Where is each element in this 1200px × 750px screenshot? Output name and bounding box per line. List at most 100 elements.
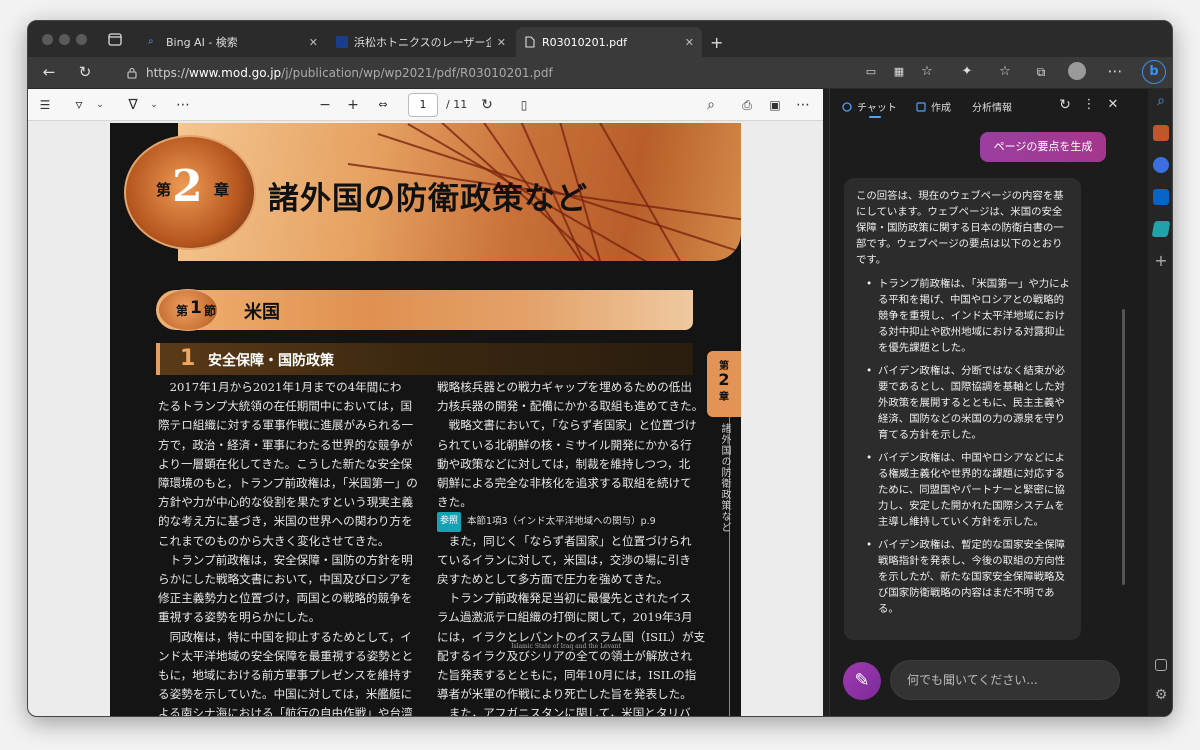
- text-line: よる南シナ海における「航行の自由作戦」や台湾: [158, 706, 413, 717]
- text-line: これまでのものから大きく変化させてきた。: [158, 533, 390, 548]
- reference-text: 本節1項3（インド太平洋地域への関与）p.9: [467, 516, 656, 528]
- back-arrow-icon[interactable]: ←: [38, 62, 60, 84]
- answer-list: トランプ前政権は、「米国第一」や力による平和を掲げ、中国やロシアとの戦略的競争を…: [856, 276, 1072, 617]
- text-line: られている北朝鮮の核・ミサイル開発にかかる行: [437, 437, 692, 452]
- section-title: 米国: [244, 302, 280, 323]
- text-line: きた。: [437, 495, 472, 510]
- gear-icon[interactable]: ⚙: [1153, 687, 1169, 703]
- close-tab-icon[interactable]: ✕: [497, 36, 506, 49]
- tab-compose[interactable]: 作成: [916, 99, 951, 114]
- section-banner: [156, 290, 693, 330]
- add-favorite-icon[interactable]: ☆: [916, 62, 938, 84]
- new-tab-button[interactable]: +: [706, 27, 728, 57]
- reader-view-icon[interactable]: ▭: [860, 62, 882, 84]
- text-line: 的な考え方に基づき，米国の世界への関わり方を: [158, 514, 413, 529]
- tab-label: チャット: [857, 103, 897, 114]
- text-line: 際テロ組織に対する軍事作戦に進展がみられる一: [158, 418, 414, 433]
- tab-insights[interactable]: 分析情報: [972, 99, 1012, 114]
- chevron-down-icon[interactable]: ⌄: [94, 94, 106, 116]
- address-bar[interactable]: https://www.mod.go.jp/j/publication/wp/w…: [116, 61, 916, 85]
- more-menu-icon[interactable]: ⋯: [1104, 61, 1126, 83]
- tab-actions-icon[interactable]: [108, 33, 122, 46]
- text-line: 導者が米軍の作戦により死亡した旨を発表した。: [437, 687, 692, 702]
- profile-avatar[interactable]: [1068, 62, 1086, 80]
- text-line: 配するイラク及びシリアの全ての領土が解放され: [437, 648, 693, 663]
- add-icon[interactable]: +: [1153, 253, 1169, 269]
- cross-reference[interactable]: 参照 本節1項3（インド太平洋地域への関与）p.9: [437, 512, 695, 532]
- pdf-toolbar: ☰ ▿ ⌄ ∇ ⌄ ⋯ − + ⇔ 1 / 11 ↻ ▯ ⌕ ⎙ ▣ ⋯: [28, 89, 823, 121]
- url-domain: www.mod.go.jp: [189, 66, 282, 80]
- print-icon[interactable]: ⎙: [738, 94, 756, 116]
- text-line: る姿勢を示していた。中国に対しては，米艦艇に: [158, 687, 413, 702]
- more-vertical-icon[interactable]: ⋮: [1078, 95, 1100, 117]
- page-view-icon[interactable]: ▯: [514, 94, 534, 116]
- active-tab-indicator: [869, 116, 881, 118]
- tab-hamamatsu[interactable]: 浜松ホトニクスのレーザー企業買収 ✕: [328, 27, 514, 57]
- section-number: 1: [190, 298, 202, 318]
- chapter-banner: 第 2 章 諸外国の防衛政策など: [110, 123, 741, 261]
- search-icon[interactable]: ⌕: [702, 94, 720, 116]
- tab-bing[interactable]: ⌕ Bing AI - 検索 ✕: [140, 27, 326, 57]
- app-grid-icon[interactable]: ▦: [888, 62, 910, 84]
- shopping-icon[interactable]: [1153, 125, 1169, 141]
- copilot-bing-icon[interactable]: b: [1142, 60, 1166, 84]
- page-count: / 11: [446, 98, 468, 111]
- chapter-title: 諸外国の防衛政策など: [268, 181, 588, 217]
- fit-page-icon[interactable]: ⇔: [372, 94, 394, 116]
- rotate-icon[interactable]: ↻: [478, 94, 496, 116]
- site-favicon-icon: [336, 36, 348, 48]
- tab-label: 分析情報: [972, 103, 1012, 114]
- refresh-icon[interactable]: ↻: [1054, 95, 1076, 117]
- list-item: バイデン政権は、分断ではなく結束が必要であるとし、国際協調を基軸とした対外政策を…: [856, 363, 1072, 443]
- sidebar-toggle-icon[interactable]: [1155, 659, 1167, 671]
- list-item: トランプ前政権は、「米国第一」や力による平和を掲げ、中国やロシアとの戦略的競争を…: [856, 276, 1072, 356]
- chat-input[interactable]: 何でも聞いてください...: [890, 660, 1120, 700]
- tab-pdf[interactable]: R03010201.pdf ✕: [516, 27, 702, 57]
- highlight-icon[interactable]: ▿: [70, 94, 88, 116]
- more-options-icon[interactable]: ⋯: [794, 94, 812, 116]
- maximize-window-button[interactable]: [76, 34, 87, 45]
- side-tab-suffix: 章: [719, 392, 729, 403]
- more-tools-icon[interactable]: ⋯: [174, 94, 192, 116]
- tab-title: Bing AI - 検索: [166, 36, 238, 49]
- draw-icon[interactable]: ∇: [124, 94, 142, 116]
- side-tab-number: 2: [718, 370, 730, 389]
- text-line: 方針や力が中心的な役割を果たすという現実主義: [158, 495, 414, 510]
- document-icon: [525, 36, 535, 48]
- text-line: ラム過激派テロ組織の打倒に関して，2019年3月: [437, 610, 693, 625]
- close-icon[interactable]: ✕: [1102, 95, 1124, 117]
- pdf-viewer: ☰ ▿ ⌄ ∇ ⌄ ⋯ − + ⇔ 1 / 11 ↻ ▯ ⌕ ⎙ ▣ ⋯ 第 2…: [28, 89, 823, 717]
- page-number-input[interactable]: 1: [408, 93, 438, 117]
- zoom-in-icon[interactable]: +: [344, 94, 362, 116]
- tab-chat[interactable]: チャット: [842, 99, 897, 114]
- minimize-window-button[interactable]: [59, 34, 70, 45]
- scrollbar[interactable]: [1122, 309, 1125, 585]
- text-line: より一層顕在化してきた。こうした新たな安全保: [158, 456, 413, 471]
- zoom-out-icon[interactable]: −: [316, 94, 334, 116]
- table-of-contents-icon[interactable]: ☰: [36, 94, 54, 116]
- collections-icon[interactable]: ⧉: [1030, 62, 1052, 84]
- copilot-icon[interactable]: [1153, 157, 1169, 173]
- text-line: 重視する姿勢を明らかにした。: [158, 610, 321, 625]
- favorites-icon[interactable]: ☆: [994, 62, 1016, 84]
- refresh-icon[interactable]: ↻: [74, 62, 96, 84]
- text-line: たるトランプ大統領の在任期間中においては，国: [158, 399, 413, 414]
- close-tab-icon[interactable]: ✕: [685, 36, 694, 49]
- outlook-icon[interactable]: [1153, 189, 1169, 205]
- body-column-right: 戦略核兵器との戦力ギャップを埋めるための低出 力核兵器の開発・配備にかかる取組も…: [437, 378, 705, 716]
- close-tab-icon[interactable]: ✕: [309, 36, 318, 49]
- text-line: 動や政策などに対しては，制裁を維持しつつ，北: [437, 456, 691, 471]
- chevron-down-icon[interactable]: ⌄: [148, 94, 160, 116]
- drop-icon[interactable]: [1151, 221, 1171, 237]
- address-bar-row: ← ↻ https://www.mod.go.jp/j/publication/…: [28, 57, 1172, 89]
- search-icon[interactable]: ⌕: [1153, 93, 1169, 109]
- close-window-button[interactable]: [42, 34, 53, 45]
- text-line: ンド太平洋地域の安全保障を最重視する姿勢とと: [158, 648, 414, 663]
- extensions-icon[interactable]: ✦: [956, 62, 978, 84]
- generate-summary-button[interactable]: ページの要点を生成: [980, 132, 1106, 162]
- tab-title: R03010201.pdf: [542, 35, 627, 49]
- chapter-side-tab: 第 2 章: [707, 351, 741, 417]
- new-topic-broom-icon[interactable]: ✎: [843, 662, 881, 700]
- save-icon[interactable]: ▣: [766, 94, 784, 116]
- list-item: バイデン政権は、中国やロシアなどによる権威主義化や世界的な課題に対応するために、…: [856, 450, 1072, 530]
